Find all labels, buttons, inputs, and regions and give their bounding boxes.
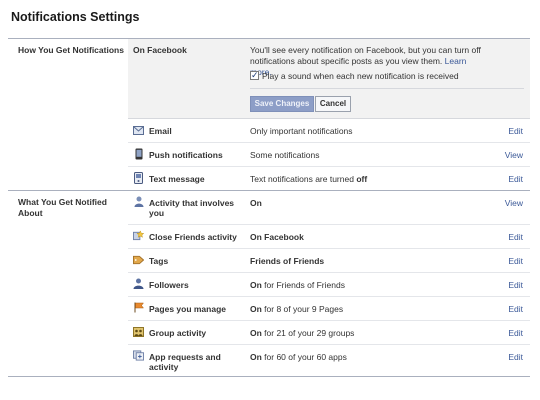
activity-involves-you-label: Activity that involves you <box>149 198 235 218</box>
page-title: Notifications Settings <box>11 10 140 24</box>
app-requests-label: App requests and activity <box>149 352 221 372</box>
tags-label: Tags <box>149 256 169 266</box>
section-label-what: What You Get Notified About <box>18 197 107 218</box>
row-divider <box>128 320 530 321</box>
activity-involves-you-view-link[interactable]: View <box>505 198 523 208</box>
pages-you-manage-edit-link[interactable]: Edit <box>508 304 523 314</box>
pages-value-suffix: for 8 of your 9 Pages <box>261 304 344 314</box>
email-edit-link[interactable]: Edit <box>508 126 523 136</box>
row-divider <box>128 142 530 143</box>
text-message-value-text: Text notifications are turned <box>250 174 357 184</box>
app-requests-value: On for 60 of your 60 apps <box>250 352 347 362</box>
push-notifications-view-link[interactable]: View <box>505 150 523 160</box>
close-friends-label: Close Friends activity <box>149 232 237 242</box>
section-divider <box>8 190 530 191</box>
save-changes-button[interactable]: Save Changes <box>250 96 314 112</box>
followers-value-suffix: for Friends of Friends <box>261 280 345 290</box>
activity-involves-you-value: On <box>250 198 262 208</box>
text-message-value-bold: off <box>356 174 368 184</box>
tags-edit-link[interactable]: Edit <box>508 256 523 266</box>
push-notifications-label: Push notifications <box>149 150 223 160</box>
tags-value: Friends of Friends <box>250 256 324 266</box>
followers-value-bold: On <box>250 280 262 290</box>
followers-value: On for Friends of Friends <box>250 280 345 290</box>
email-value: Only important notifications <box>250 126 353 136</box>
email-value-text: Only important notifications <box>250 126 353 136</box>
push-notifications-value-text: Some notifications <box>250 150 320 160</box>
sound-checkbox-label: Play a sound when each new notification … <box>262 71 459 81</box>
sound-checkbox[interactable]: ✓ <box>250 71 259 80</box>
person-icon <box>133 196 144 207</box>
star-friends-icon <box>133 230 144 241</box>
app-requests-icon <box>133 350 144 361</box>
followers-icon <box>133 278 144 289</box>
group-activity-value: On for 21 of your 29 groups <box>250 328 354 338</box>
followers-label: Followers <box>149 280 189 290</box>
row-divider <box>128 296 530 297</box>
followers-edit-link[interactable]: Edit <box>508 280 523 290</box>
tags-value-bold: Friends of Friends <box>250 256 325 266</box>
sms-phone-icon <box>133 171 144 184</box>
pages-you-manage-value: On for 8 of your 9 Pages <box>250 304 343 314</box>
email-label: Email <box>149 126 172 136</box>
row-divider <box>128 224 530 225</box>
pages-value-bold: On <box>250 304 262 314</box>
envelope-icon <box>133 125 144 136</box>
app-requests-edit-link[interactable]: Edit <box>508 352 523 362</box>
pages-you-manage-label: Pages you manage <box>149 304 227 314</box>
app-value-bold: On <box>250 352 262 362</box>
group-activity-edit-link[interactable]: Edit <box>508 328 523 338</box>
text-message-label: Text message <box>149 174 205 184</box>
app-value-suffix: for 60 of your 60 apps <box>261 352 347 362</box>
tag-icon <box>133 254 144 265</box>
row-divider <box>128 272 530 273</box>
panel-divider <box>250 88 524 89</box>
text-message-edit-link[interactable]: Edit <box>508 174 523 184</box>
push-notifications-value: Some notifications <box>250 150 319 160</box>
close-friends-edit-link[interactable]: Edit <box>508 232 523 242</box>
on-facebook-label: On Facebook <box>133 45 187 55</box>
group-activity-label: Group activity <box>149 328 207 338</box>
row-divider <box>128 166 530 167</box>
mobile-phone-icon <box>133 148 144 159</box>
section-label-how: How You Get Notifications <box>18 45 124 55</box>
group-icon <box>133 326 144 337</box>
flag-pages-icon <box>133 302 144 313</box>
group-value-bold: On <box>250 328 262 338</box>
bottom-divider <box>8 376 530 377</box>
cancel-button[interactable]: Cancel <box>315 96 351 112</box>
row-divider <box>128 344 530 345</box>
row-divider <box>128 248 530 249</box>
text-message-value: Text notifications are turned off <box>250 174 367 184</box>
close-friends-value: On Facebook <box>250 232 304 242</box>
activity-involves-you-value-bold: On <box>250 198 262 208</box>
group-value-suffix: for 21 of your 29 groups <box>261 328 355 338</box>
close-friends-value-bold: On Facebook <box>250 232 304 242</box>
